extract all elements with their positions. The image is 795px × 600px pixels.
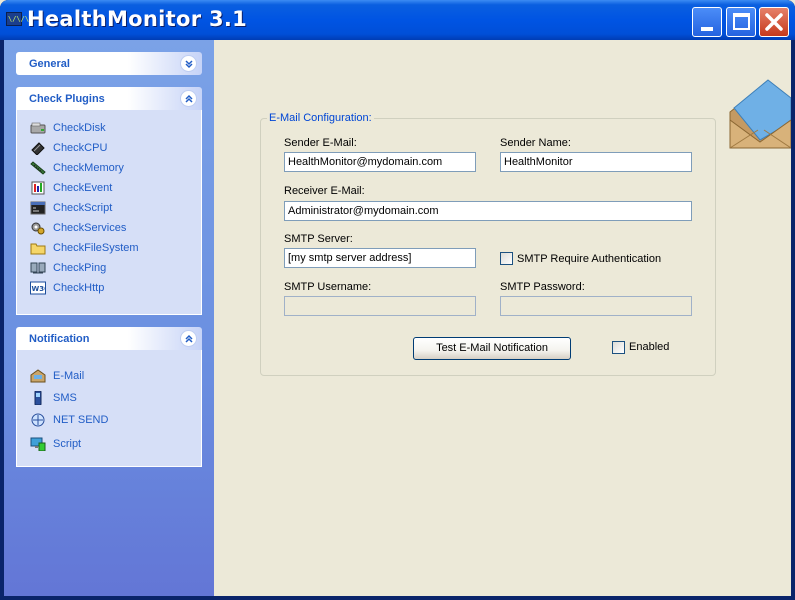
sidebar-item-checkdisk[interactable]: CheckDisk [17, 118, 201, 138]
sidebar-item-label: E-Mail [53, 370, 85, 382]
panel-check-plugins-title: Check Plugins [29, 93, 105, 105]
event-log-icon [31, 181, 45, 195]
sidebar-item-label: CheckServices [53, 222, 127, 234]
sidebar-item-script[interactable]: Script [17, 434, 201, 456]
script-icon [30, 201, 46, 215]
network-ping-icon [30, 262, 46, 274]
sender-name-field[interactable]: HealthMonitor [500, 152, 692, 172]
collapse-chevron-icon[interactable] [180, 330, 197, 347]
sidebar-item-email[interactable]: E-Mail [17, 366, 201, 388]
sender-email-label: Sender E-Mail: [284, 137, 357, 149]
email-envelope-icon [729, 79, 791, 149]
smtp-server-field[interactable]: [my smtp server address] [284, 248, 476, 268]
panel-general-header[interactable]: General [16, 52, 202, 75]
test-email-notification-button[interactable]: Test E-Mail Notification [413, 337, 571, 360]
sidebar-item-label: CheckHttp [53, 282, 105, 294]
sender-email-field[interactable]: HealthMonitor@mydomain.com [284, 152, 476, 172]
smtp-auth-checkbox[interactable] [500, 252, 513, 265]
mobile-phone-icon [34, 391, 42, 405]
close-button[interactable] [759, 7, 789, 37]
cpu-chip-icon [31, 142, 45, 155]
panel-notification-header[interactable]: Notification [16, 327, 202, 350]
smtp-username-field[interactable] [284, 296, 476, 316]
smtp-auth-label: SMTP Require Authentication [517, 253, 662, 265]
app-icon[interactable]: \/\/\ [6, 12, 29, 26]
sidebar-item-label: NET SEND [53, 414, 109, 426]
app-window: \/\/\ HealthMonitor 3.1 General Check Pl… [0, 0, 795, 600]
main-content: E-Mail Configuration: Sender E-Mail: Hea… [214, 40, 791, 596]
sidebar-item-label: CheckFileSystem [53, 242, 139, 254]
sidebar-item-checkcpu[interactable]: CheckCPU [17, 138, 201, 158]
sidebar-item-label: SMS [53, 392, 77, 404]
panel-check-plugins: Check Plugins CheckDisk CheckCPU CheckMe… [16, 87, 202, 315]
panel-general-title: General [29, 58, 70, 70]
sidebar-item-checkmemory[interactable]: CheckMemory [17, 158, 201, 178]
panel-check-plugins-header[interactable]: Check Plugins [16, 87, 202, 110]
window-title: HealthMonitor 3.1 [27, 7, 248, 31]
sidebar-item-label: CheckMemory [53, 162, 124, 174]
memory-stick-icon [30, 161, 46, 175]
sidebar-item-checkservices[interactable]: CheckServices [17, 218, 201, 238]
expand-chevron-icon[interactable] [180, 55, 197, 72]
app-icon-text: \/\/\ [8, 15, 30, 23]
smtp-username-label: SMTP Username: [284, 281, 372, 293]
script-computer-icon [30, 437, 46, 451]
sidebar-item-net-send[interactable]: NET SEND [17, 410, 201, 434]
email-configuration-group: E-Mail Configuration: Sender E-Mail: Hea… [260, 112, 716, 376]
maximize-icon [733, 13, 750, 30]
w3c-icon: W3C [30, 281, 46, 295]
folder-icon [30, 243, 46, 255]
smtp-server-label: SMTP Server: [284, 233, 353, 245]
panel-notification-body: E-Mail SMS NET SEND Script [16, 350, 202, 467]
enabled-checkbox[interactable] [612, 341, 625, 354]
panel-notification: Notification E-Mail SMS NET SEND Script [16, 327, 202, 467]
mailbox-icon [30, 369, 46, 383]
sidebar-item-label: CheckCPU [53, 142, 108, 154]
svg-text:W3C: W3C [32, 285, 47, 293]
sidebar-item-label: CheckScript [53, 202, 113, 214]
sidebar-item-label: CheckDisk [53, 122, 106, 134]
sidebar-item-checkping[interactable]: CheckPing [17, 258, 201, 278]
sidebar-item-label: Script [53, 438, 82, 450]
panel-general: General [16, 52, 202, 75]
sidebar-item-checkevent[interactable]: CheckEvent [17, 178, 201, 198]
sidebar-item-checkscript[interactable]: CheckScript [17, 198, 201, 218]
collapse-chevron-icon[interactable] [180, 90, 197, 107]
smtp-password-label: SMTP Password: [500, 281, 585, 293]
sidebar-item-checkhttp[interactable]: W3C CheckHttp [17, 278, 201, 298]
receiver-email-field[interactable]: Administrator@mydomain.com [284, 201, 692, 221]
close-icon [765, 13, 783, 31]
disk-icon [30, 122, 46, 134]
title-bar[interactable]: \/\/\ HealthMonitor 3.1 [0, 0, 795, 40]
client-area: General Check Plugins CheckDisk CheckCPU… [4, 40, 791, 596]
smtp-password-field[interactable] [500, 296, 692, 316]
maximize-button[interactable] [726, 7, 756, 37]
sender-name-label: Sender Name: [500, 137, 571, 149]
minimize-button[interactable] [692, 7, 722, 37]
net-send-icon [31, 413, 45, 427]
sidebar-item-label: CheckPing [53, 262, 107, 274]
receiver-email-label: Receiver E-Mail: [284, 185, 365, 197]
services-gear-icon [31, 222, 45, 235]
sidebar-item-sms[interactable]: SMS [17, 388, 201, 410]
group-title: E-Mail Configuration: [267, 112, 374, 124]
sidebar: General Check Plugins CheckDisk CheckCPU… [4, 40, 214, 596]
minimize-icon [701, 27, 713, 31]
enabled-label: Enabled [629, 341, 670, 353]
panel-notification-title: Notification [29, 333, 90, 345]
sidebar-item-label: CheckEvent [53, 182, 113, 194]
panel-check-plugins-body: CheckDisk CheckCPU CheckMemory CheckEven… [16, 110, 202, 315]
sidebar-item-checkfilesystem[interactable]: CheckFileSystem [17, 238, 201, 258]
